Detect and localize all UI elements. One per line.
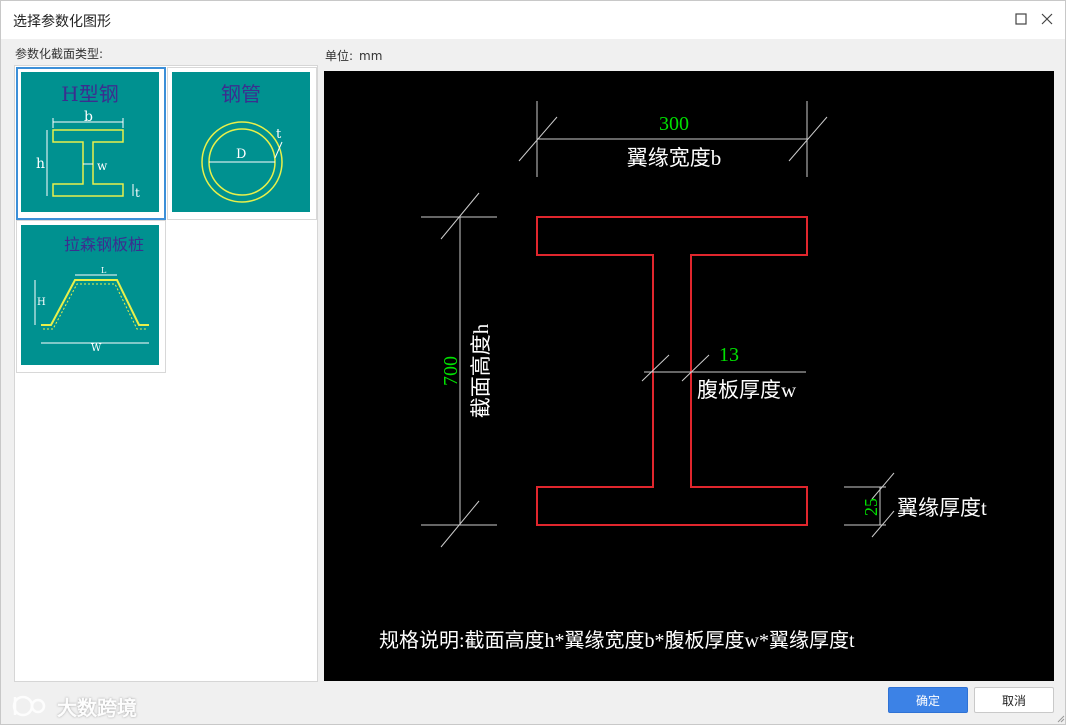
shape-item-h-beam[interactable]: H型钢 b h w t	[16, 67, 166, 220]
height-label: 截面高度h	[469, 323, 493, 418]
shape-item-sheet-pile[interactable]: 拉森钢板桩 W H L	[16, 220, 166, 373]
h-beam-outline	[536, 216, 808, 526]
close-button[interactable]	[1037, 9, 1057, 29]
web-thickness-label: 腹板厚度w	[697, 378, 797, 402]
sheet-pile-label-l: L	[101, 266, 107, 275]
h-beam-label-b: b	[84, 109, 93, 125]
steel-pipe-thumbnail: 钢管 D t	[172, 72, 310, 212]
dialog-window: 选择参数化图形 参数化截面类型: 单位: mm H型钢 b h w t 钢管 D…	[0, 0, 1066, 725]
watermark-logo-icon	[12, 695, 46, 717]
unit-caption: 单位:	[325, 49, 354, 63]
dialog-title: 选择参数化图形	[13, 14, 111, 30]
shape-gallery: H型钢 b h w t 钢管 D t 拉森钢板桩 W H L	[14, 65, 318, 682]
steel-pipe-label-d: D	[236, 147, 246, 162]
spec-note: 规格说明:截面高度h*翼缘宽度b*腹板厚度w*翼缘厚度t	[379, 629, 855, 652]
close-icon	[1041, 13, 1053, 25]
h-beam-preview-drawing: 300 翼缘宽度b 700 截面高度h 13 腹板厚度w 25 翼缘厚度t 规格…	[379, 101, 987, 652]
shape-item-steel-pipe[interactable]: 钢管 D t	[167, 67, 317, 220]
unit-value: mm	[359, 49, 383, 63]
section-type-label: 参数化截面类型:	[15, 47, 104, 61]
sheet-pile-thumbnail: 拉森钢板桩 W H L	[21, 225, 159, 365]
preview-canvas: 300 翼缘宽度b 700 截面高度h 13 腹板厚度w 25 翼缘厚度t 规格…	[324, 71, 1054, 681]
web-thickness-value: 13	[719, 344, 739, 366]
watermark-text: 大数跨境	[57, 695, 137, 720]
title-bar: 选择参数化图形	[1, 1, 1065, 39]
cancel-button[interactable]: 取消	[974, 687, 1054, 713]
h-beam-label-h: h	[36, 156, 45, 172]
height-value: 700	[440, 356, 462, 386]
maximize-icon	[1015, 13, 1027, 25]
h-beam-label-w: w	[97, 159, 108, 173]
h-beam-label-t: t	[135, 186, 140, 200]
flange-thickness-label: 翼缘厚度t	[897, 496, 987, 520]
flange-width-value: 300	[659, 113, 689, 135]
steel-pipe-label-t: t	[276, 127, 282, 142]
h-beam-thumbnail: H型钢 b h w t	[21, 72, 159, 212]
steel-pipe-drawing: D t	[201, 121, 283, 203]
sheet-pile-label-h: H	[37, 297, 46, 308]
watermark: 大数跨境	[11, 691, 137, 721]
ok-button[interactable]: 确定	[888, 687, 968, 713]
h-beam-drawing: b h w t	[36, 109, 140, 200]
maximize-button[interactable]	[1011, 9, 1031, 29]
flange-thickness-value: 25	[861, 498, 881, 516]
sheet-pile-drawing: W H L	[34, 266, 149, 354]
flange-width-label: 翼缘宽度b	[627, 146, 722, 170]
resize-grip-icon[interactable]	[1055, 713, 1065, 723]
unit-label: 单位: mm	[325, 47, 382, 64]
sheet-pile-label-w: W	[91, 343, 102, 354]
